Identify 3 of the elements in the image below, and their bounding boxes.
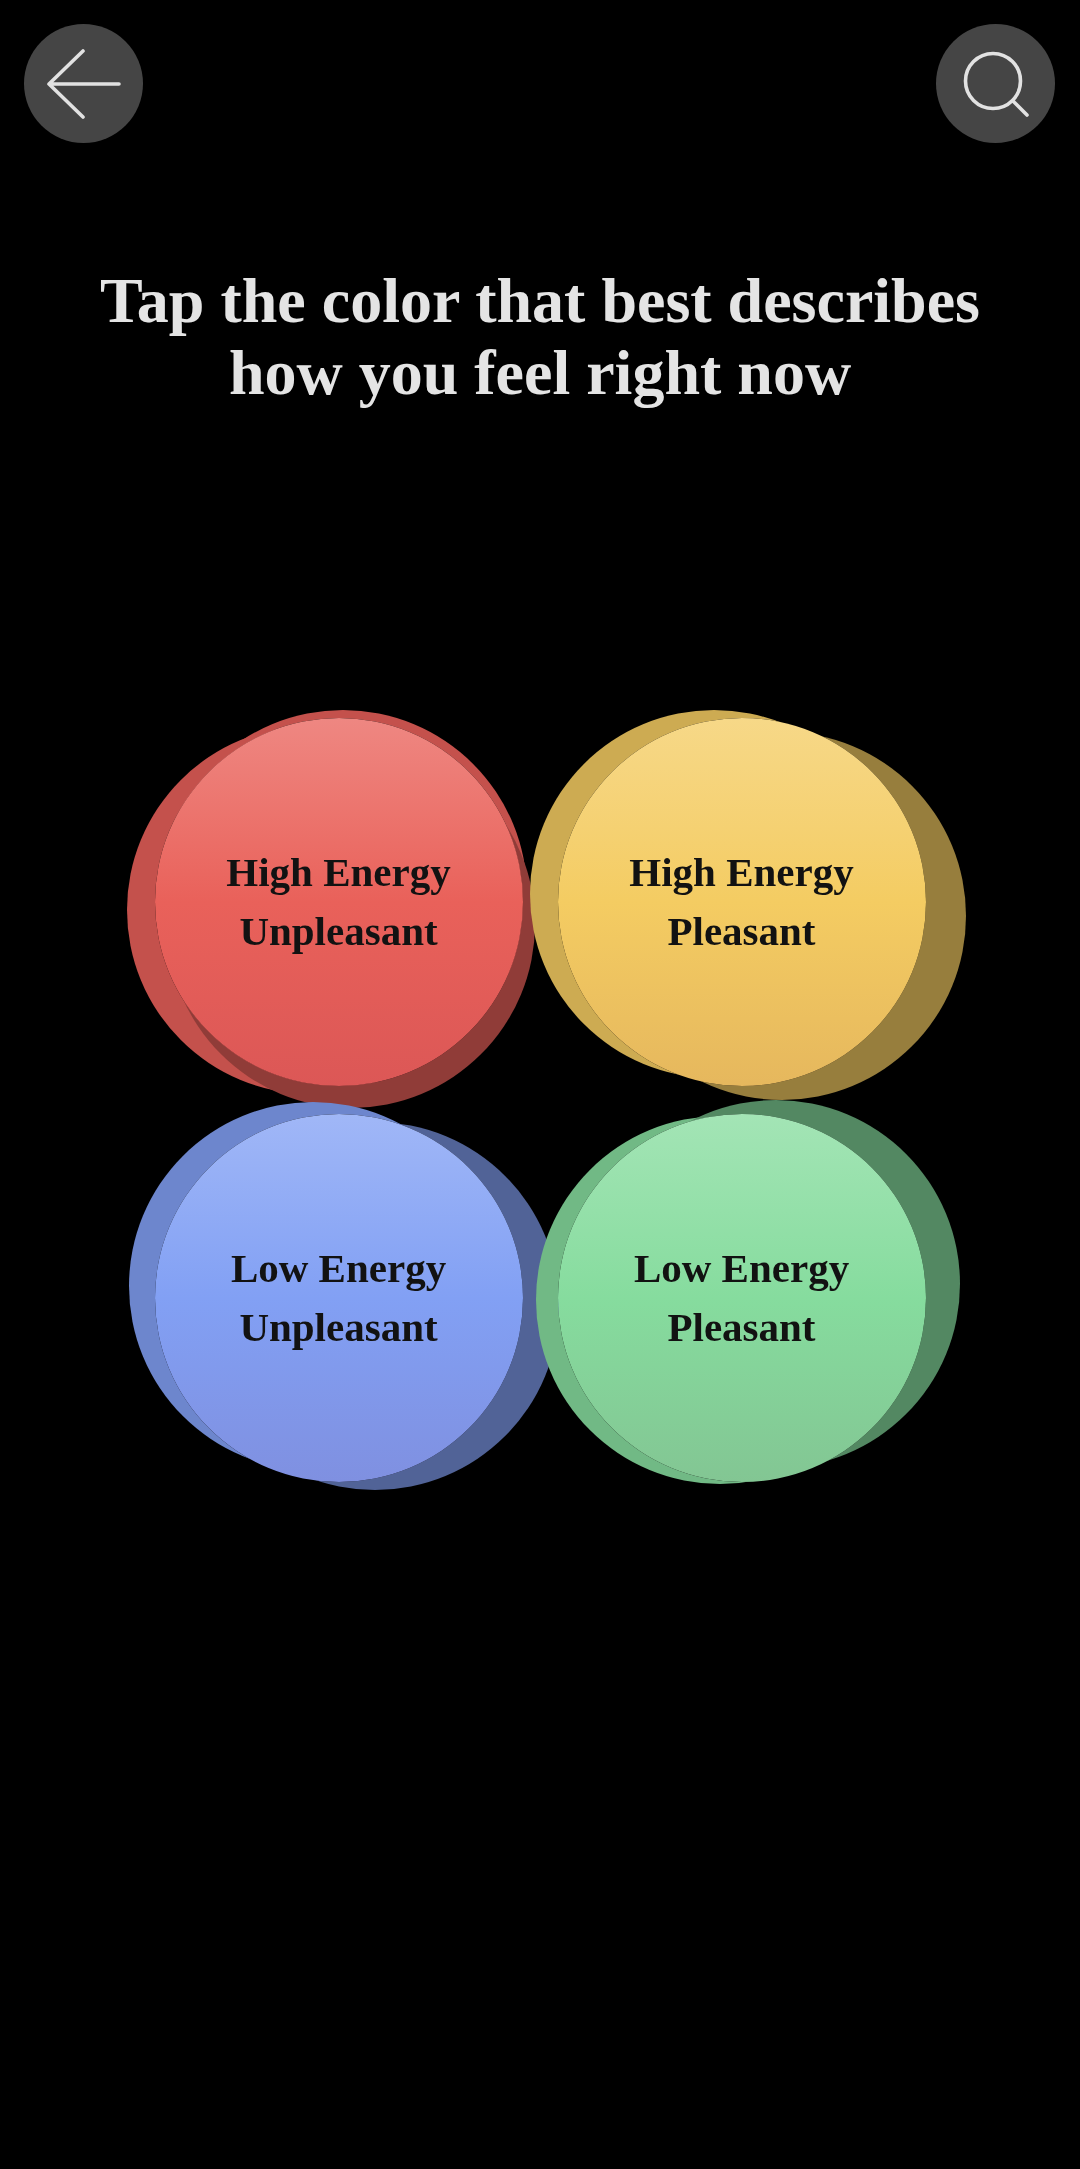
search-icon <box>962 50 1029 117</box>
prompt-title: Tap the color that best describes how you feel right now <box>99 265 981 409</box>
arrow-left-icon <box>46 48 121 119</box>
